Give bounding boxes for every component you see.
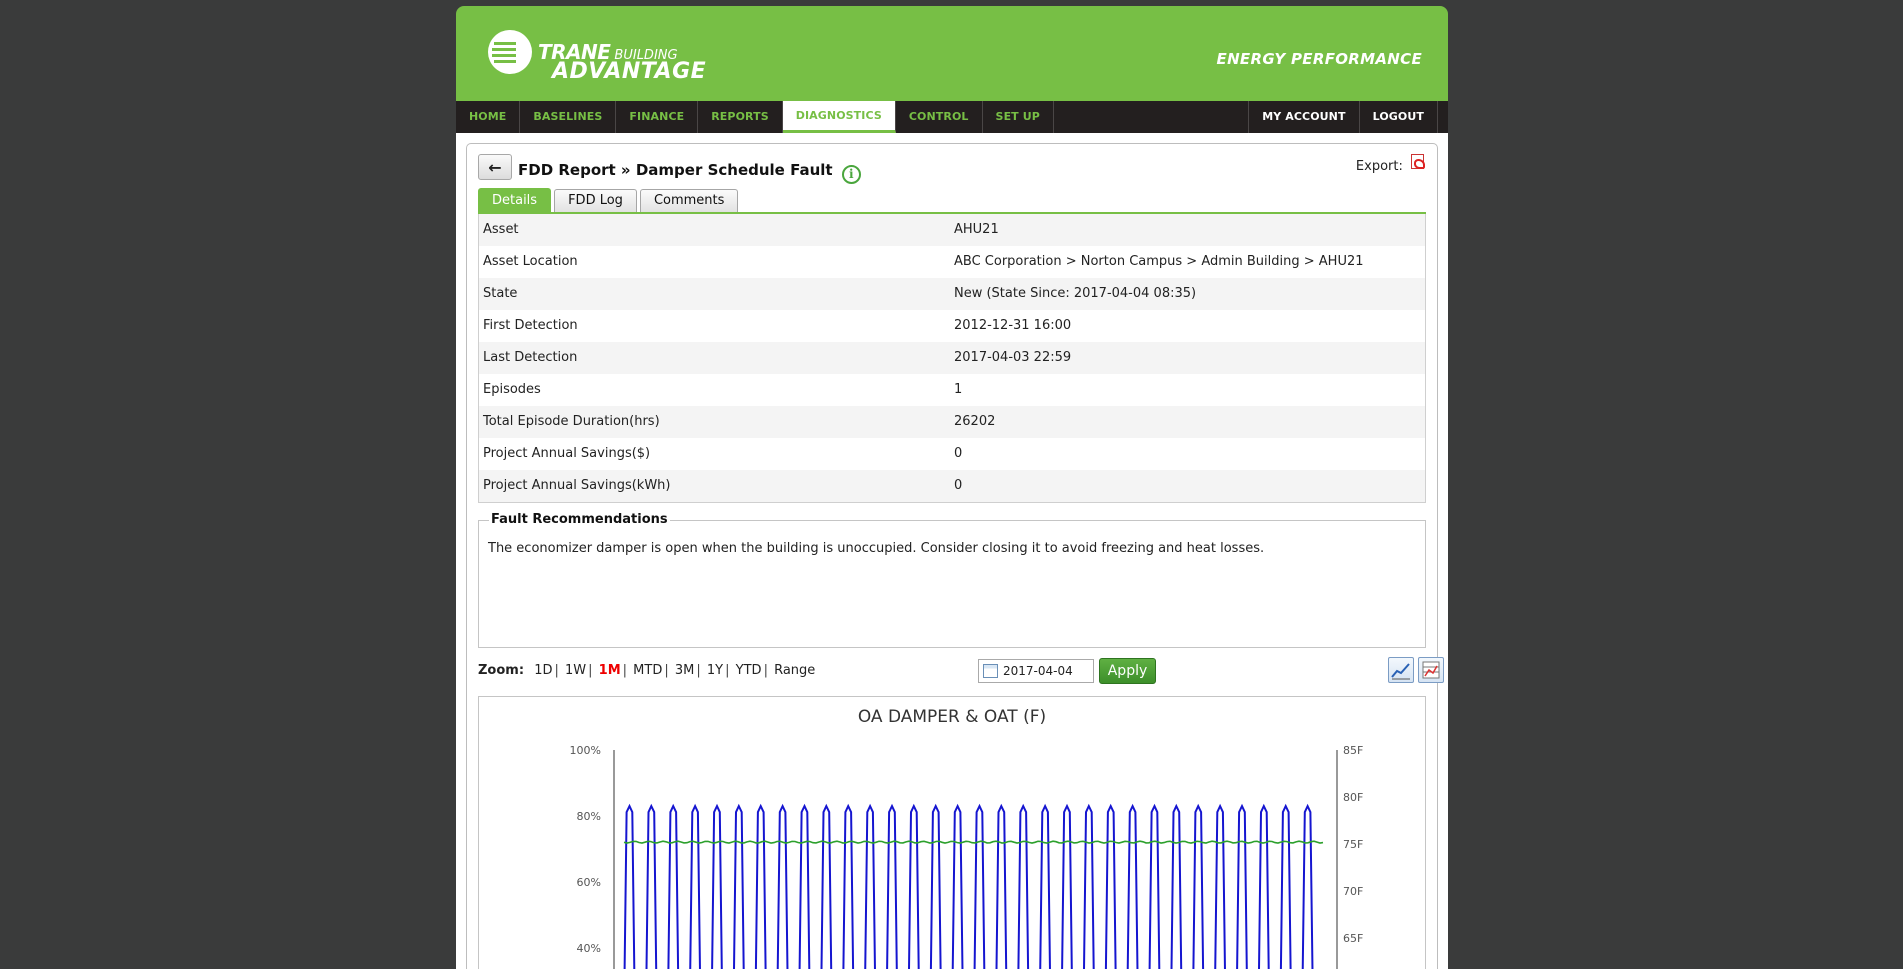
details-row: Last Detection 2017-04-03 22:59: [479, 342, 1425, 374]
details-value: 2017-04-03 22:59: [954, 350, 1072, 365]
details-row: Project Annual Savings($) 0: [479, 438, 1425, 470]
trane-logo[interactable]: TRANE BUILDING ADVANTAGE: [486, 28, 716, 88]
nav-finance[interactable]: FINANCE: [616, 101, 699, 133]
y-left-tick-label: 80%: [577, 810, 601, 823]
nav-logout[interactable]: LOGOUT: [1360, 101, 1438, 133]
chart-plot: 100% 80% 60% 40% 85F 80F 75F 70F 65F: [570, 744, 1363, 969]
details-row: Asset AHU21: [479, 214, 1425, 246]
chart-container: OA DAMPER & OAT (F) 100% 80% 60% 40% 85F 80F 7…: [478, 696, 1426, 969]
nav-reports[interactable]: REPORTS: [698, 101, 783, 133]
details-key: State: [483, 286, 518, 301]
details-value: 2012-12-31 16:00: [954, 318, 1072, 333]
details-value: New (State Since: 2017-04-04 08:35): [954, 286, 1197, 301]
tab-bar: Details FDD Log Comments: [478, 188, 1426, 214]
details-key: First Detection: [483, 318, 578, 333]
nav-setup[interactable]: SET UP: [983, 101, 1054, 133]
details-value: AHU21: [954, 222, 999, 237]
tab-details[interactable]: Details: [478, 188, 552, 212]
main-content: ← FDD Report » Damper Schedule Fault i E…: [456, 133, 1448, 969]
nav-account-area: MY ACCOUNT LOGOUT: [1248, 101, 1438, 133]
chart-series-line: [623, 840, 1324, 844]
main-nav: HOME BASELINES FINANCE REPORTS DIAGNOSTI…: [456, 101, 1448, 133]
date-value: 2017-04-04: [1003, 664, 1073, 678]
y-right-tick-label: 70F: [1343, 885, 1363, 898]
zoom-3m[interactable]: 3M: [675, 663, 695, 678]
date-input[interactable]: 2017-04-04: [978, 659, 1094, 683]
details-key: Project Annual Savings(kWh): [483, 478, 671, 493]
details-value: 0: [954, 478, 963, 493]
details-value: 0: [954, 446, 963, 461]
back-arrow-icon: ←: [488, 157, 502, 177]
zoom-mtd[interactable]: MTD: [633, 663, 662, 678]
data-table-icon: [1422, 661, 1440, 679]
line-chart-icon: [1391, 663, 1410, 680]
zoom-label: Zoom:: [478, 663, 525, 678]
fault-recommendations-text: The economizer damper is open when the b…: [488, 541, 1265, 556]
zoom-range[interactable]: Range: [774, 663, 815, 678]
y-left-tick-label: 60%: [577, 876, 601, 889]
brand-line2: ADVANTAGE: [552, 59, 707, 84]
line-chart-view-button[interactable]: [1388, 657, 1414, 683]
page-title: FDD Report » Damper Schedule Fault: [518, 161, 833, 179]
details-row: State New (State Since: 2017-04-04 08:35): [479, 278, 1425, 310]
details-row: Total Episode Duration(hrs) 26202: [479, 406, 1425, 438]
page-title-wrap: FDD Report » Damper Schedule Fault i: [518, 161, 861, 184]
apply-button[interactable]: Apply: [1099, 658, 1156, 684]
y-left-tick-label: 40%: [577, 942, 601, 955]
calendar-icon[interactable]: [983, 664, 998, 678]
details-value: 1: [954, 382, 963, 397]
y-right-tick-label: 65F: [1343, 932, 1363, 945]
nav-control[interactable]: CONTROL: [896, 101, 983, 133]
pdf-icon[interactable]: [1411, 154, 1425, 169]
title-row: ← FDD Report » Damper Schedule Fault i E…: [478, 154, 1426, 190]
zoom-controls: Zoom: 1D | 1W | 1M | MTD | 3M | 1Y | YTD | Rang…: [478, 663, 816, 678]
details-key: Total Episode Duration(hrs): [483, 414, 660, 429]
report-panel: ← FDD Report » Damper Schedule Fault i E…: [466, 143, 1444, 969]
app-frame: TRANE BUILDING ADVANTAGE ENERGY PERFORMAN…: [456, 6, 1448, 969]
product-name: ENERGY PERFORMANCE: [1216, 50, 1422, 68]
zoom-1d[interactable]: 1D: [534, 663, 552, 678]
nav-baselines[interactable]: BASELINES: [520, 101, 617, 133]
details-key: Asset: [483, 222, 519, 237]
details-row: First Detection 2012-12-31 16:00: [479, 310, 1425, 342]
table-view-button[interactable]: [1418, 657, 1444, 683]
zoom-ytd[interactable]: YTD: [736, 663, 762, 678]
details-row: Project Annual Savings(kWh) 0: [479, 470, 1425, 502]
zoom-toolbar: Zoom: 1D | 1W | 1M | MTD | 3M | 1Y | YTD | Rang…: [478, 648, 1444, 696]
y-right-tick-label: 80F: [1343, 791, 1363, 804]
details-value: ABC Corporation > Norton Campus > Admin …: [954, 254, 1364, 269]
details-row: Episodes 1: [479, 374, 1425, 406]
fault-recommendations-legend: Fault Recommendations: [489, 512, 670, 527]
export-label: Export:: [1355, 159, 1403, 174]
export-area: Export:: [1355, 154, 1425, 174]
chart-series-line: [623, 803, 1314, 969]
tab-fdd-log[interactable]: FDD Log: [554, 189, 637, 212]
details-key: Project Annual Savings($): [483, 446, 651, 461]
details-key: Asset Location: [483, 254, 578, 269]
tab-comments[interactable]: Comments: [639, 189, 739, 212]
header: TRANE BUILDING ADVANTAGE ENERGY PERFORMAN…: [456, 6, 1448, 101]
y-left-tick-label: 100%: [570, 744, 601, 757]
y-right-tick-label: 85F: [1343, 744, 1363, 757]
trane-circle-icon: [488, 30, 532, 74]
nav-home[interactable]: HOME: [456, 101, 521, 133]
details-key: Last Detection: [483, 350, 578, 365]
brand-text: TRANE BUILDING ADVANTAGE: [538, 42, 706, 83]
back-button[interactable]: ←: [478, 154, 512, 180]
zoom-1m[interactable]: 1M: [599, 663, 621, 678]
nav-my-account[interactable]: MY ACCOUNT: [1248, 101, 1360, 133]
details-table: Asset AHU21 Asset Location ABC Corporation…: [478, 214, 1426, 503]
fault-recommendations: Fault Recommendations The economizer dam…: [478, 512, 1426, 648]
y-right-tick-label: 75F: [1343, 838, 1363, 851]
details-row: Asset Location ABC Corporation > Norton C…: [479, 246, 1425, 278]
zoom-1y[interactable]: 1Y: [707, 663, 723, 678]
info-icon[interactable]: i: [841, 165, 861, 184]
details-key: Episodes: [483, 382, 541, 397]
details-value: 26202: [954, 414, 996, 429]
zoom-1w[interactable]: 1W: [565, 663, 586, 678]
nav-diagnostics[interactable]: DIAGNOSTICS: [782, 101, 896, 133]
